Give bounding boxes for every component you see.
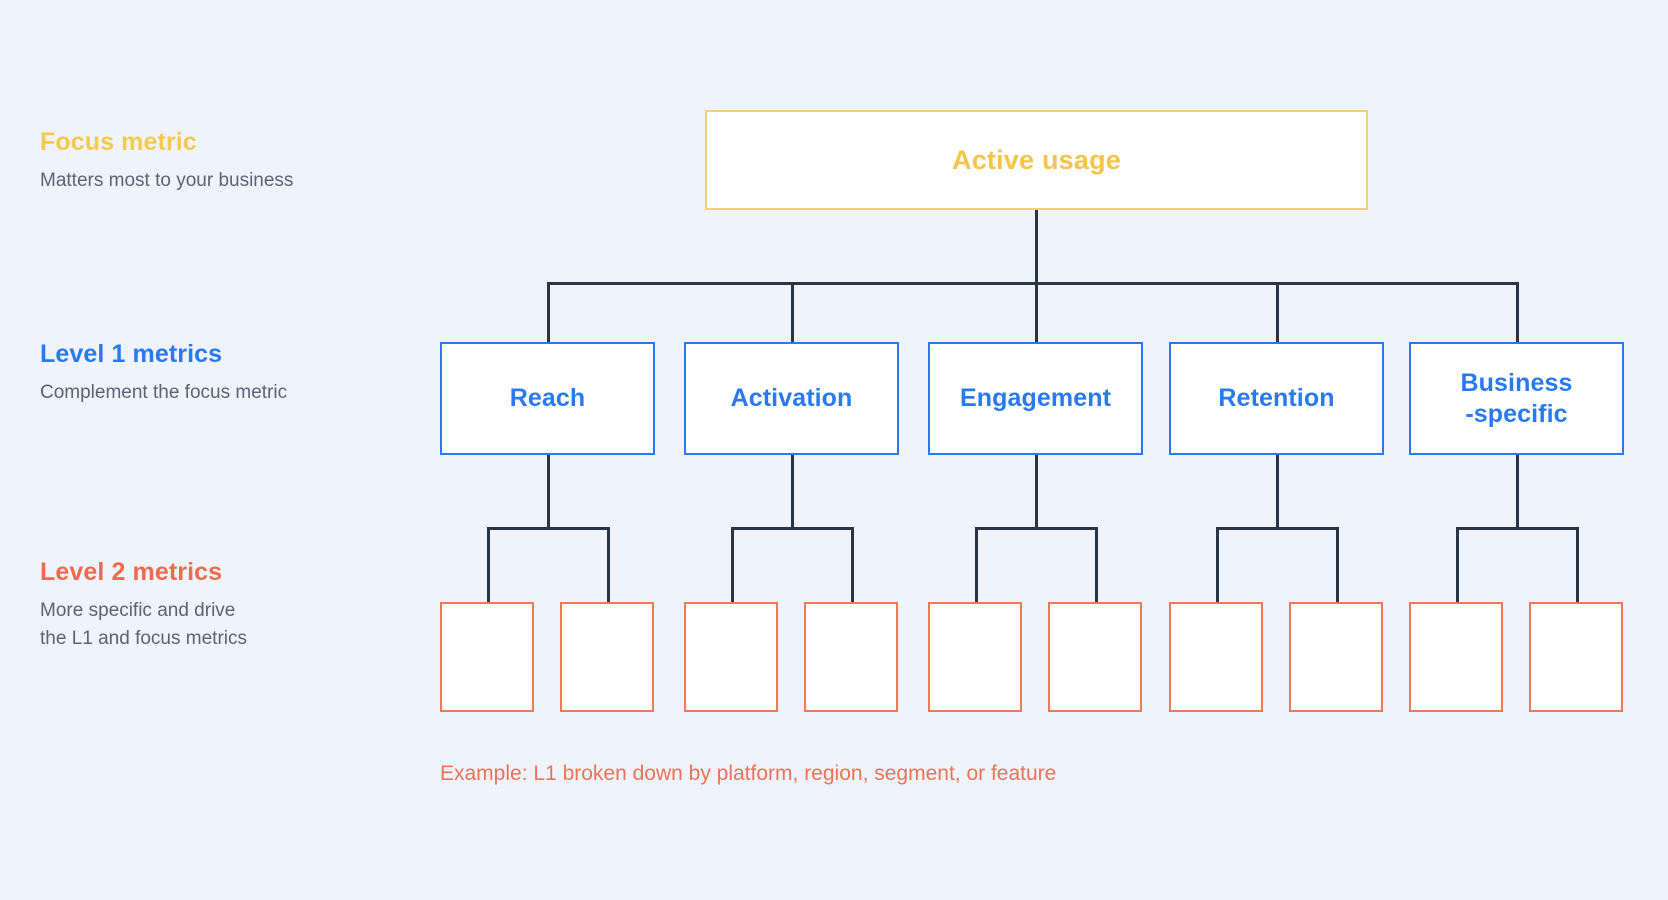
connector-level2-drop-1b: [607, 527, 610, 604]
level2-node[interactable]: [1529, 602, 1623, 712]
connector-level2-drop-5b: [1576, 527, 1579, 604]
level1-node-retention[interactable]: Retention: [1169, 342, 1384, 455]
connector-level2-drop-3b: [1095, 527, 1098, 604]
level2-node[interactable]: [440, 602, 534, 712]
level2-node[interactable]: [1409, 602, 1503, 712]
connector-level2-stem-2: [791, 455, 794, 530]
level2-node[interactable]: [1169, 602, 1263, 712]
connector-level2-drop-2b: [851, 527, 854, 604]
focus-metric-node[interactable]: Active usage: [705, 110, 1368, 210]
level2-node[interactable]: [1289, 602, 1383, 712]
connector-level1-drop-5: [1516, 282, 1519, 343]
level1-node-activation[interactable]: Activation: [684, 342, 899, 455]
level1-node-reach[interactable]: Reach: [440, 342, 655, 455]
connector-level2-drop-5a: [1456, 527, 1459, 604]
level2-node[interactable]: [928, 602, 1022, 712]
connector-level2-bar-3: [975, 527, 1098, 530]
example-caption: Example: L1 broken down by platform, reg…: [440, 762, 1057, 785]
level1-node-engagement[interactable]: Engagement: [928, 342, 1143, 455]
connector-level2-bar-2: [731, 527, 854, 530]
diagram-canvas: Focus metric Matters most to your busine…: [0, 0, 1668, 900]
connector-level2-drop-2a: [731, 527, 734, 604]
level2-node[interactable]: [1048, 602, 1142, 712]
level2-node[interactable]: [560, 602, 654, 712]
connector-level1-drop-3: [1035, 282, 1038, 343]
level2-node[interactable]: [804, 602, 898, 712]
connector-level2-stem-5: [1516, 455, 1519, 530]
connector-level2-stem-4: [1276, 455, 1279, 530]
connector-level2-bar-5: [1456, 527, 1579, 530]
connector-level2-stem-1: [547, 455, 550, 530]
connector-level2-bar-4: [1216, 527, 1339, 530]
connector-level2-drop-4b: [1336, 527, 1339, 604]
connector-level2-drop-4a: [1216, 527, 1219, 604]
connector-level2-drop-3a: [975, 527, 978, 604]
connector-level2-bar-1: [487, 527, 610, 530]
connector-level2-stem-3: [1035, 455, 1038, 530]
connector-level1-drop-4: [1276, 282, 1279, 343]
level2-node[interactable]: [684, 602, 778, 712]
connector-level2-drop-1a: [487, 527, 490, 604]
connector-level1-bus: [548, 282, 1519, 285]
connector-level1-drop-1: [547, 282, 550, 343]
level1-node-business-specific[interactable]: Business -specific: [1409, 342, 1624, 455]
connector-focus-trunk: [1035, 210, 1038, 284]
connector-level1-drop-2: [791, 282, 794, 343]
